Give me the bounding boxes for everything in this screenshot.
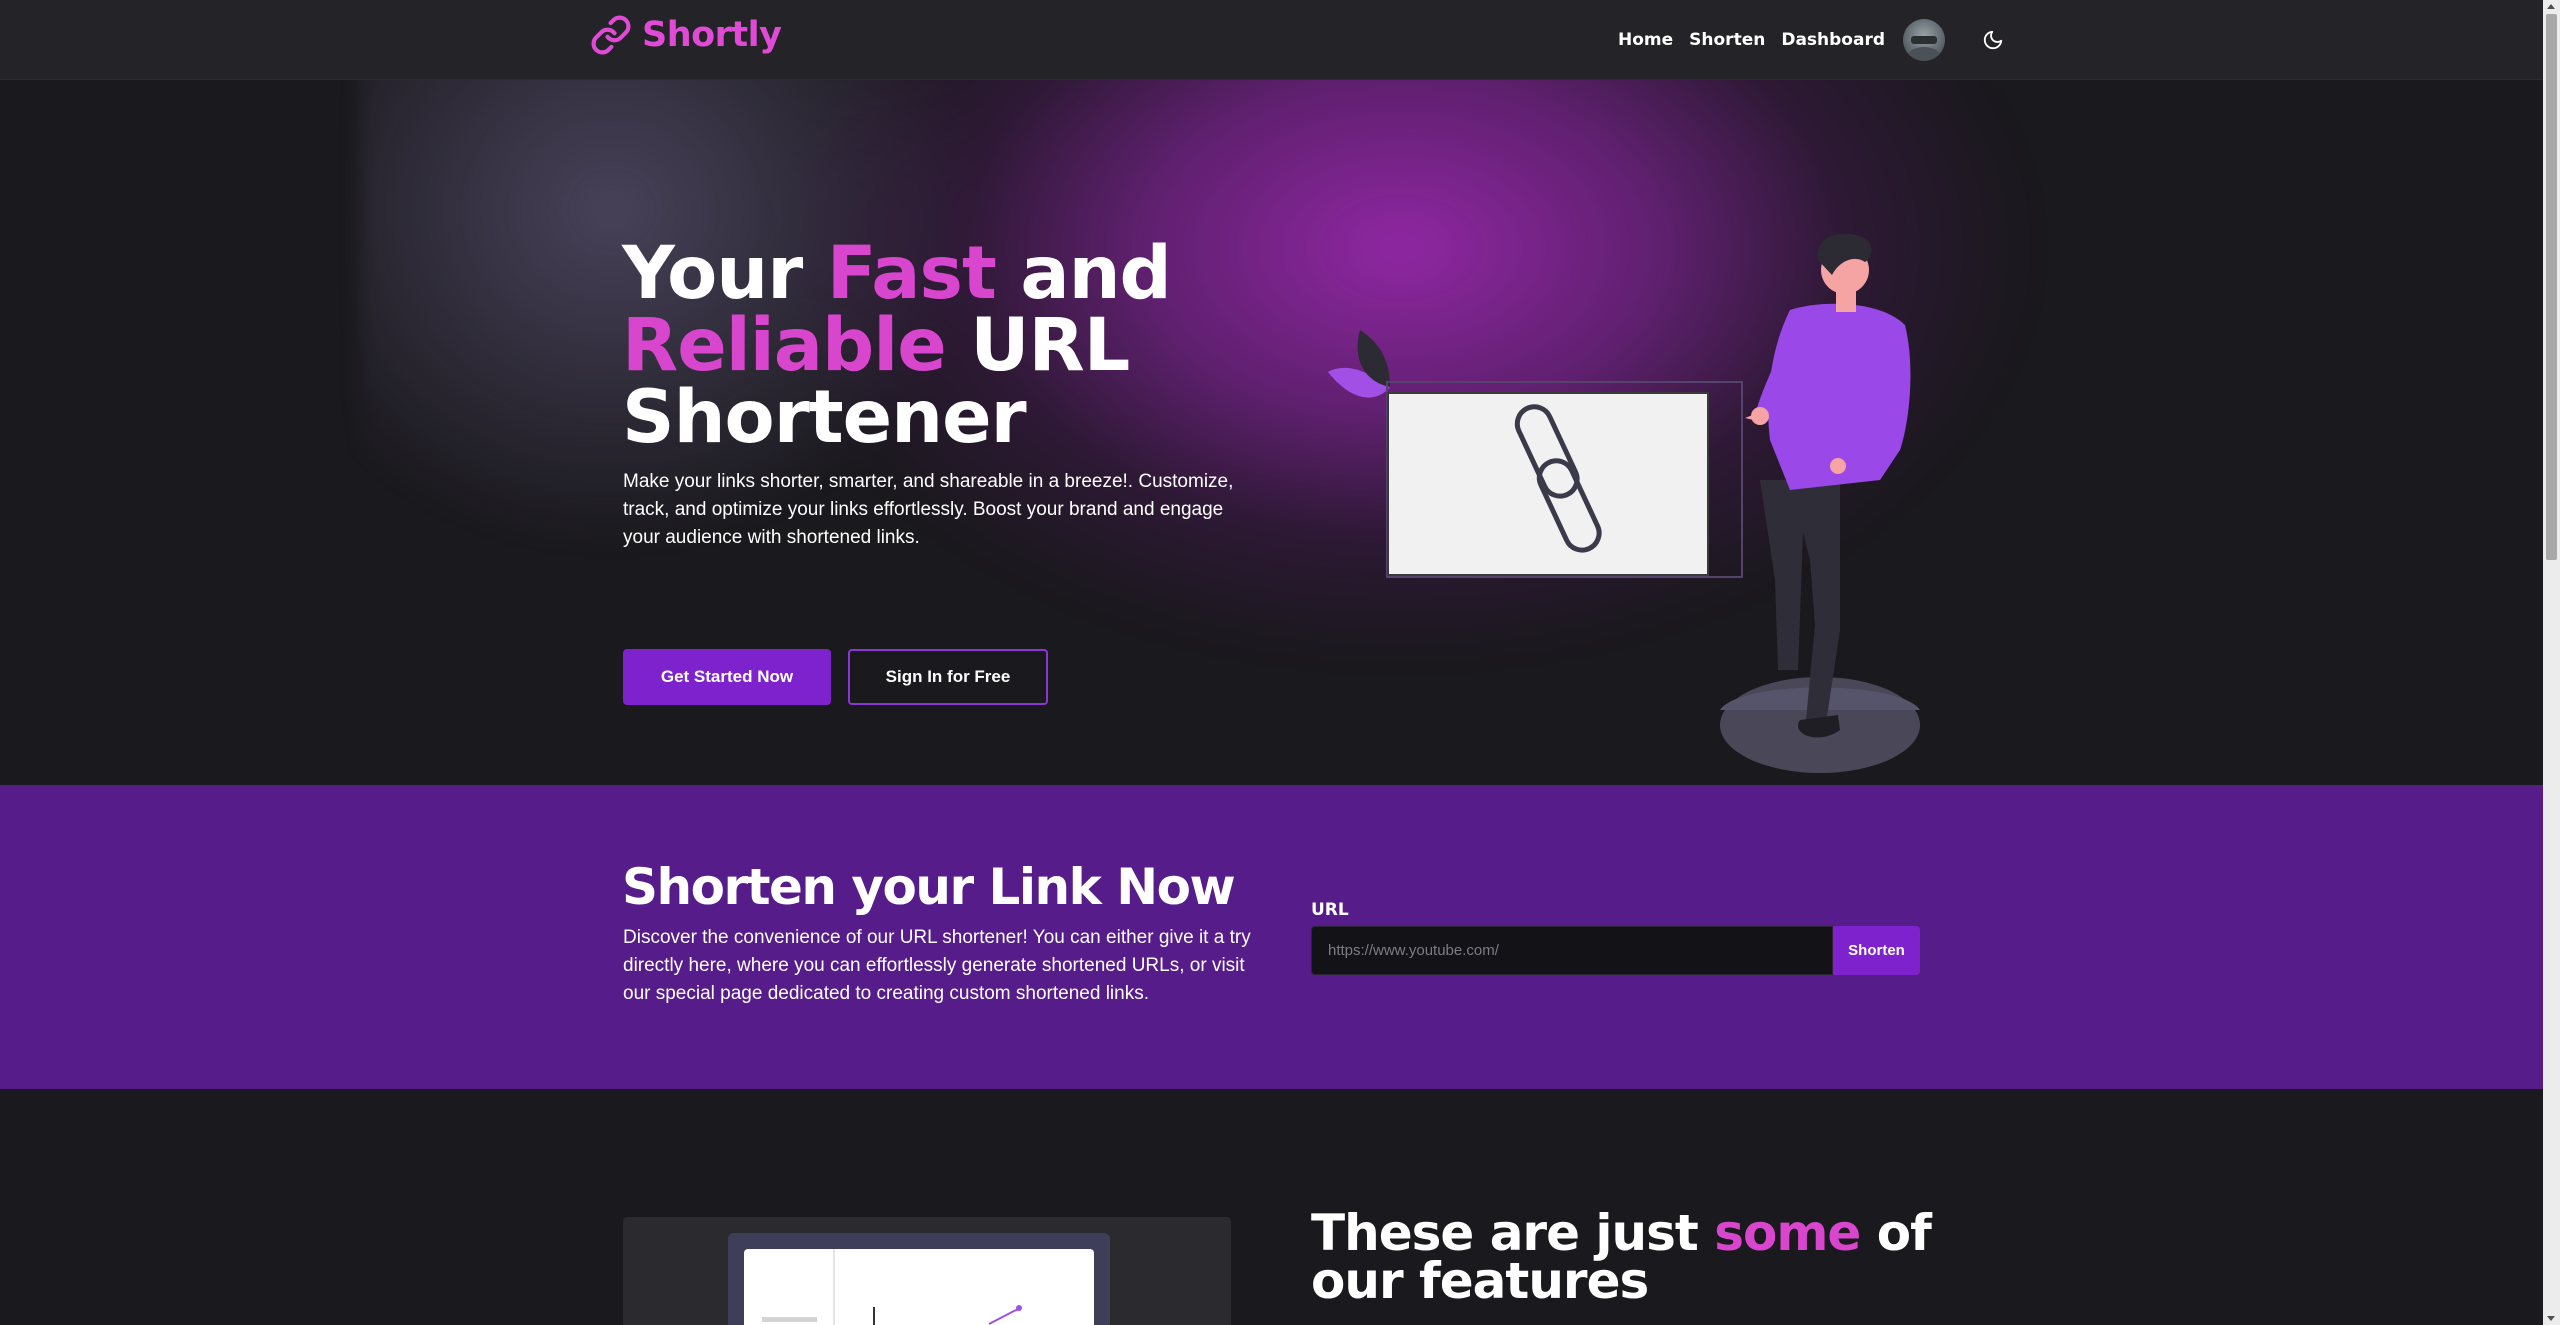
moon-icon bbox=[1983, 30, 2003, 50]
shorten-title: Shorten your Link Now bbox=[622, 858, 1236, 916]
navbar: Shortly Home Shorten Dashboard bbox=[0, 0, 2543, 80]
hero-description: Make your links shorter, smarter, and sh… bbox=[623, 471, 1234, 548]
features-section: These are just some of our features bbox=[0, 1089, 2543, 1325]
scroll-down-arrow-icon[interactable] bbox=[2547, 1316, 2555, 1321]
brand-name: Shortly bbox=[642, 15, 782, 55]
nav-link-home[interactable]: Home bbox=[1618, 30, 1673, 50]
link-icon bbox=[591, 15, 631, 55]
brand-logo-link[interactable]: Shortly bbox=[590, 14, 782, 56]
features-title: These are just some of our features bbox=[1311, 1208, 1951, 1306]
nav-link-dashboard[interactable]: Dashboard bbox=[1781, 30, 1885, 50]
mockup-chart-graphic bbox=[762, 1249, 1022, 1325]
dashboard-mockup-screen bbox=[744, 1249, 1094, 1325]
get-started-button[interactable]: Get Started Now bbox=[623, 649, 831, 705]
sign-in-button[interactable]: Sign In for Free bbox=[848, 649, 1048, 705]
hero-title: Your Fast and Reliable URL Shortener bbox=[622, 237, 1342, 454]
feature-preview-card bbox=[623, 1217, 1231, 1325]
user-avatar[interactable] bbox=[1903, 19, 1946, 61]
shorten-submit-button[interactable]: Shorten bbox=[1833, 926, 1920, 975]
nav-link-shorten[interactable]: Shorten bbox=[1689, 30, 1765, 50]
shorten-description: Discover the convenience of our URL shor… bbox=[623, 927, 1251, 1004]
hero-illustration bbox=[1328, 233, 1920, 773]
url-label: URL bbox=[1311, 900, 1349, 920]
scroll-up-arrow-icon[interactable] bbox=[2547, 4, 2555, 9]
dashboard-mockup bbox=[728, 1233, 1110, 1325]
url-form: Shorten bbox=[1311, 926, 1920, 975]
shorten-section: Shorten your Link Now Discover the conve… bbox=[0, 785, 2543, 1089]
vertical-scrollbar[interactable] bbox=[2543, 0, 2560, 1325]
nav-links: Home Shorten Dashboard bbox=[1618, 0, 2007, 80]
features-title-accent: some bbox=[1714, 1204, 1861, 1262]
theme-toggle-button[interactable] bbox=[1979, 26, 2007, 54]
hero-section: Your Fast and Reliable URL Shortener Mak… bbox=[0, 80, 2543, 785]
url-input[interactable] bbox=[1311, 926, 1833, 975]
scrollbar-thumb[interactable] bbox=[2546, 14, 2557, 560]
